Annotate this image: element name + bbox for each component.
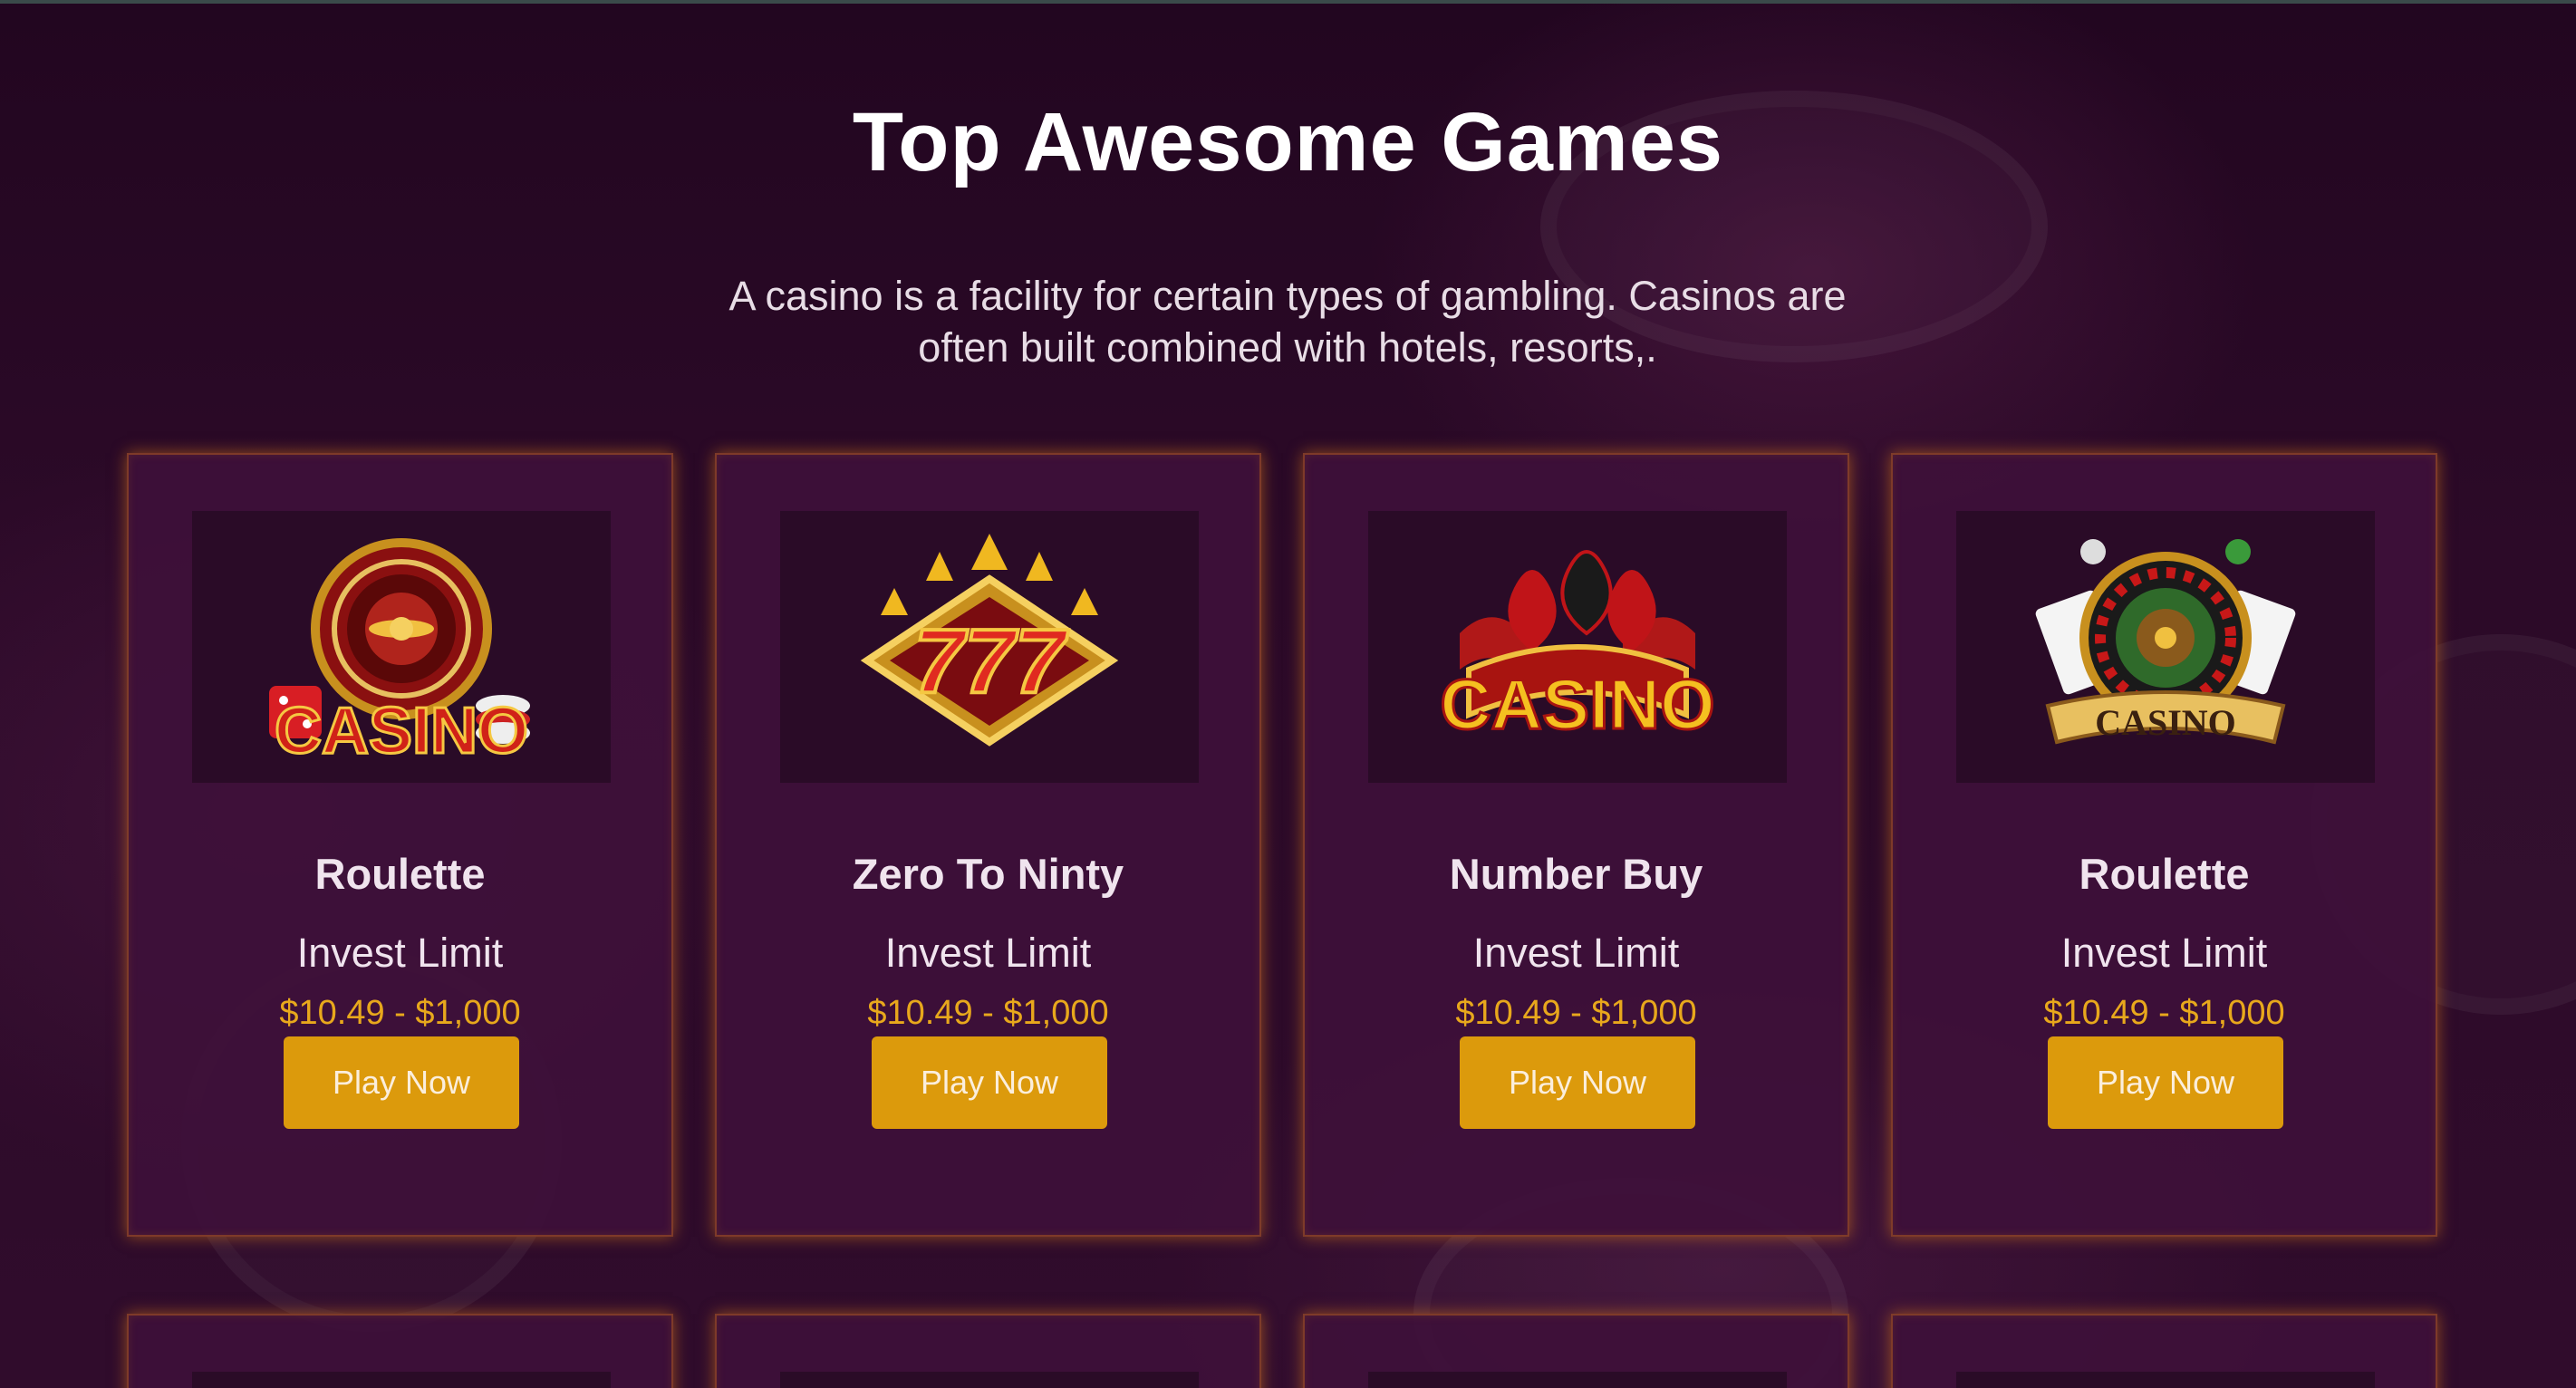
game-card: CASINO Number Buy Invest Limit $10.49 - … bbox=[1303, 453, 1849, 1237]
game-thumbnail: CASINO bbox=[192, 511, 611, 783]
game-thumbnail: CASINO bbox=[1368, 511, 1787, 783]
section-title: Top Awesome Games bbox=[852, 96, 1724, 188]
invest-limit-label: Invest Limit bbox=[2060, 930, 2268, 976]
invest-limit-label: Invest Limit bbox=[884, 930, 1092, 976]
game-card: CASINO Roulette Invest Limit $10.49 - $1… bbox=[1891, 453, 2437, 1237]
game-thumbnail bbox=[780, 1372, 1199, 1388]
game-card: 777 Zero To Ninty Invest Limit $10.49 - … bbox=[715, 453, 1261, 1237]
top-border bbox=[0, 0, 2576, 4]
play-now-button[interactable]: Play Now bbox=[284, 1036, 519, 1129]
game-thumbnail bbox=[1368, 1372, 1787, 1388]
roulette-cards-casino-logo-icon: CASINO bbox=[2035, 539, 2296, 745]
game-card-partial bbox=[127, 1314, 673, 1388]
card-suits-casino-logo-icon: CASINO bbox=[1442, 550, 1713, 746]
roulette-casino-logo-icon: CASINO bbox=[269, 538, 530, 769]
games-section: Top Awesome Games A casino is a facility… bbox=[0, 0, 2576, 1388]
invest-limit-range: $10.49 - $1,000 bbox=[1455, 994, 1697, 1032]
game-title: Roulette bbox=[314, 850, 486, 898]
invest-limit-range: $10.49 - $1,000 bbox=[867, 994, 1109, 1032]
lucky-777-logo-icon: 777 bbox=[860, 534, 1119, 747]
svg-text:CASINO: CASINO bbox=[275, 695, 528, 767]
svg-text:777: 777 bbox=[914, 611, 1069, 712]
game-title: Zero To Ninty bbox=[852, 850, 1124, 898]
game-card-partial bbox=[1891, 1314, 2437, 1388]
invest-limit-range: $10.49 - $1,000 bbox=[2043, 994, 2285, 1032]
play-now-button[interactable]: Play Now bbox=[1460, 1036, 1695, 1129]
play-now-button[interactable]: Play Now bbox=[2048, 1036, 2283, 1129]
svg-text:CASINO: CASINO bbox=[1442, 664, 1713, 744]
invest-limit-range: $10.49 - $1,000 bbox=[279, 994, 521, 1032]
section-description: A casino is a facility for certain types… bbox=[728, 273, 1847, 371]
play-now-button[interactable]: Play Now bbox=[872, 1036, 1107, 1129]
game-thumbnail: CASINO bbox=[1956, 511, 2375, 783]
game-thumbnail: 777 bbox=[780, 511, 1199, 783]
game-card-partial bbox=[1303, 1314, 1849, 1388]
svg-text:CASINO: CASINO bbox=[2095, 702, 2236, 743]
invest-limit-label: Invest Limit bbox=[296, 930, 504, 976]
game-thumbnail bbox=[1956, 1372, 2375, 1388]
game-thumbnail bbox=[192, 1372, 611, 1388]
invest-limit-label: Invest Limit bbox=[1472, 930, 1680, 976]
game-card-partial bbox=[715, 1314, 1261, 1388]
game-title: Roulette bbox=[2079, 850, 2250, 898]
game-card: CASINO Roulette Invest Limit $10.49 - $1… bbox=[127, 453, 673, 1237]
game-title: Number Buy bbox=[1449, 850, 1703, 898]
